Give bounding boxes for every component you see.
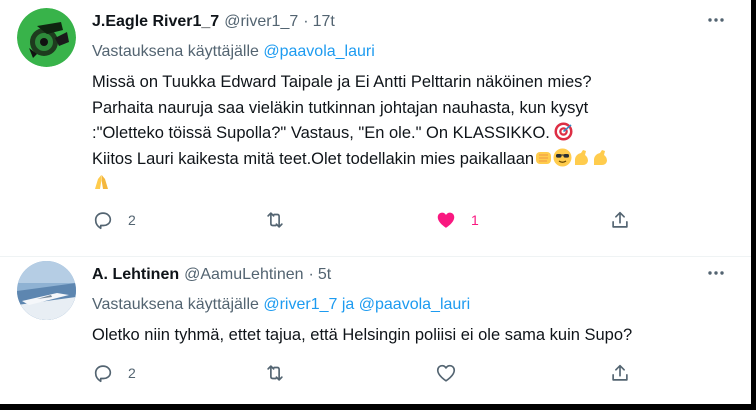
reply-joiner: ja: [337, 296, 359, 313]
tweet-text-line: Parhaita nauruja saa vieläkin tutkinnan …: [92, 98, 589, 117]
retweet-button[interactable]: [264, 205, 300, 235]
tweet-actions: 2: [92, 358, 652, 388]
flexed-biceps-emoji: [591, 148, 610, 167]
reply-context: Vastauksena käyttäjälle @paavola_lauri: [92, 41, 737, 63]
flexed-biceps-emoji: [572, 148, 591, 167]
mention-link[interactable]: @paavola_lauri: [359, 296, 470, 313]
more-options-button[interactable]: [703, 260, 729, 286]
timeline: J.Eagle River1_7 @river1_7 · 17t Vastauk…: [0, 0, 751, 404]
direct-hit-emoji: [554, 122, 573, 141]
tweet[interactable]: A. Lehtinen @AamuLehtinen · 5t Vastaukse…: [0, 257, 751, 404]
share-icon: [612, 364, 628, 381]
tweet-body: J.Eagle River1_7 @river1_7 · 17t Vastauk…: [92, 10, 737, 198]
more-icon: [708, 18, 724, 22]
mention-link[interactable]: @river1_7: [263, 296, 337, 313]
avatar[interactable]: [17, 261, 76, 320]
share-icon: [612, 211, 628, 228]
separator-dot: ·: [308, 266, 314, 283]
heart-filled-icon: [437, 212, 455, 228]
folded-hands-emoji: [92, 173, 111, 192]
username[interactable]: @AamuLehtinen: [184, 266, 303, 284]
tweet-header: J.Eagle River1_7 @river1_7 · 17t: [92, 10, 737, 34]
retweet-button[interactable]: [264, 358, 300, 388]
tweet-text: Oletko niin tyhmä, ettet tajua, että Hel…: [92, 323, 737, 349]
reply-context: Vastauksena käyttäjälle @river1_7 ja @pa…: [92, 294, 737, 316]
avatar[interactable]: [17, 8, 76, 67]
share-button[interactable]: [609, 205, 631, 235]
reply-button[interactable]: 2: [92, 358, 136, 388]
timestamp[interactable]: 5t: [318, 266, 331, 284]
share-button[interactable]: [609, 358, 631, 388]
retweet-icon: [267, 212, 283, 228]
reply-prefix: Vastauksena käyttäjälle: [92, 296, 264, 313]
tweet-text-line: :"Oletteko töissä Supolla?" Vastaus, "En…: [92, 124, 550, 142]
reply-count: 2: [128, 365, 136, 381]
mention-link[interactable]: @paavola_lauri: [263, 43, 374, 60]
separator-dot: ·: [303, 13, 309, 30]
heart-icon: [436, 364, 456, 382]
display-name[interactable]: J.Eagle River1_7: [92, 13, 219, 31]
tweet-text: Missä on Tuukka Edward Taipale ja Ei Ant…: [92, 70, 737, 198]
reply-prefix: Vastauksena käyttäjälle: [92, 43, 264, 60]
tweet-actions: 2 1: [92, 205, 652, 235]
reply-icon: [94, 365, 112, 383]
tweet-header: A. Lehtinen @AamuLehtinen · 5t: [92, 263, 737, 287]
tweet[interactable]: J.Eagle River1_7 @river1_7 · 17t Vastauk…: [0, 0, 751, 257]
timestamp[interactable]: 17t: [313, 13, 335, 31]
reply-button[interactable]: 2: [92, 205, 136, 235]
more-icon: [708, 271, 724, 275]
like-button[interactable]: [435, 358, 471, 388]
like-button[interactable]: 1: [435, 205, 479, 235]
more-options-button[interactable]: [703, 7, 729, 33]
tweet-text-line: Missä on Tuukka Edward Taipale ja Ei Ant…: [92, 73, 592, 91]
like-count: 1: [471, 212, 479, 228]
tweet-text-line: Oletko niin tyhmä, ettet tajua, että Hel…: [92, 326, 633, 344]
oncoming-fist-emoji: [534, 148, 553, 167]
reply-icon: [94, 212, 112, 230]
reply-count: 2: [128, 212, 136, 228]
display-name[interactable]: A. Lehtinen: [92, 266, 179, 284]
sunglasses-emoji: [553, 148, 572, 167]
username[interactable]: @river1_7: [224, 13, 298, 31]
retweet-icon: [267, 365, 283, 381]
tweet-body: A. Lehtinen @AamuLehtinen · 5t Vastaukse…: [92, 263, 737, 349]
tweet-text-line: Kiitos Lauri kaikesta mitä teet.Olet tod…: [92, 149, 535, 168]
